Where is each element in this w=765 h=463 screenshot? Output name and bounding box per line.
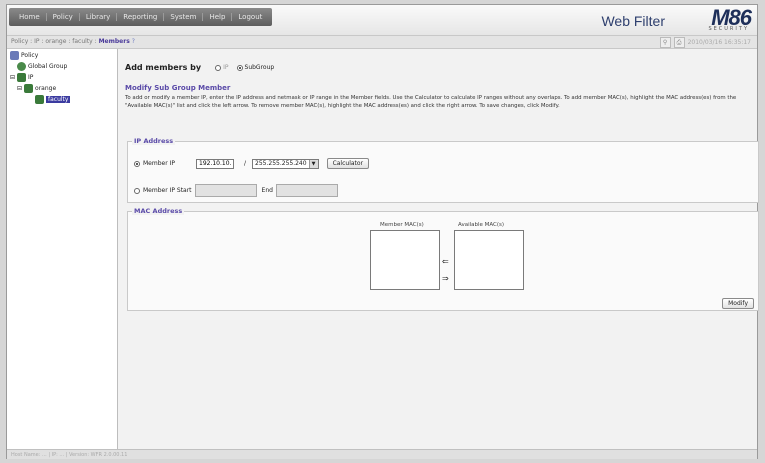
ip-address-section: IP Address Member IP / 255.255.255.240 ▼… bbox=[127, 137, 759, 203]
slash-separator: / bbox=[244, 160, 247, 167]
netmask-select[interactable]: 255.255.255.240 ▼ bbox=[252, 158, 319, 169]
tree-label-orange: orange bbox=[35, 85, 57, 92]
breadcrumb-path: Policy : IP : orange : faculty : bbox=[11, 38, 99, 45]
member-ip-label: Member IP bbox=[143, 160, 175, 167]
radio-ip[interactable] bbox=[215, 64, 222, 71]
menu-system[interactable]: System bbox=[164, 13, 204, 21]
company-logo: M86 SECURITY bbox=[673, 5, 752, 33]
radio-ip-range[interactable] bbox=[134, 187, 140, 194]
ip-section-label: IP Address bbox=[132, 137, 176, 145]
chevron-down-icon: ▼ bbox=[308, 159, 318, 168]
breadcrumb-bar: Policy : IP : orange : faculty : Members… bbox=[7, 36, 757, 49]
product-name: Web Filter bbox=[601, 13, 665, 29]
screen-background: Home Policy Library Reporting System Hel… bbox=[0, 0, 765, 463]
available-mac-list[interactable] bbox=[454, 230, 524, 290]
breadcrumb-current: Members bbox=[98, 38, 130, 45]
tree-label-policy: Policy bbox=[21, 52, 39, 59]
calculator-button[interactable]: Calculator bbox=[326, 158, 370, 169]
modify-description: To add or modify a member IP, enter the … bbox=[125, 95, 737, 109]
modify-button[interactable]: Modify bbox=[722, 298, 754, 309]
members-panel: Add members by IP SubGroup Modify Sub Gr… bbox=[125, 63, 757, 110]
tree-item-faculty[interactable]: faculty bbox=[35, 95, 71, 104]
tree-item-policy[interactable]: Policy bbox=[10, 51, 38, 60]
ip-start-input[interactable] bbox=[194, 184, 257, 197]
help-icon[interactable]: ? bbox=[132, 38, 135, 45]
add-members-label: Add members by bbox=[125, 63, 202, 72]
radio-subgroup-label: SubGroup bbox=[244, 64, 275, 71]
arrow-right-icon[interactable]: ⇒ bbox=[442, 274, 449, 283]
menu-logout[interactable]: Logout bbox=[232, 13, 268, 21]
collapse-icon[interactable]: ⊟ bbox=[17, 85, 22, 92]
status-bar: Host Name: ... | IP: ... | Version: WFR … bbox=[7, 449, 757, 459]
menu-help[interactable]: Help bbox=[203, 13, 233, 21]
member-ip-input[interactable] bbox=[196, 158, 234, 169]
member-mac-label: Member MAC(s) bbox=[380, 222, 424, 228]
menu-home[interactable]: Home bbox=[13, 13, 47, 21]
tree-item-ip[interactable]: ⊟ IP bbox=[10, 73, 33, 82]
menu-library[interactable]: Library bbox=[80, 13, 118, 21]
network-icon bbox=[17, 73, 27, 82]
policy-tree: Policy Global Group ⊟ IP ⊟ orange facult… bbox=[7, 49, 118, 449]
collapse-icon[interactable]: ⊟ bbox=[10, 74, 15, 81]
tree-item-global-group[interactable]: Global Group bbox=[17, 62, 67, 71]
ip-start-label: Member IP Start bbox=[143, 187, 192, 194]
top-bar: Home Policy Library Reporting System Hel… bbox=[7, 5, 757, 36]
group-icon bbox=[24, 84, 34, 93]
main-menu: Home Policy Library Reporting System Hel… bbox=[9, 8, 273, 26]
datetime-text: 2010/03/16 16:35:17 bbox=[687, 39, 751, 46]
globe-icon bbox=[17, 62, 26, 71]
tree-label-faculty: faculty bbox=[46, 96, 71, 103]
ip-end-label: End bbox=[261, 187, 273, 194]
radio-subgroup[interactable] bbox=[236, 64, 243, 71]
breadcrumb: Policy : IP : orange : faculty : Members… bbox=[11, 38, 135, 45]
arrow-left-icon[interactable]: ⇐ bbox=[442, 257, 449, 266]
netmask-value: 255.255.255.240 bbox=[255, 160, 307, 167]
app-window: Home Policy Library Reporting System Hel… bbox=[6, 4, 759, 459]
modify-title: Modify Sub Group Member bbox=[125, 84, 231, 92]
main-content: Add members by IP SubGroup Modify Sub Gr… bbox=[119, 49, 759, 449]
mac-address-section: MAC Address Member MAC(s) Available MAC(… bbox=[127, 207, 759, 311]
search-icon[interactable]: ⚲ bbox=[659, 37, 671, 48]
mac-section-label: MAC Address bbox=[132, 207, 185, 215]
available-mac-label: Available MAC(s) bbox=[458, 222, 505, 228]
subgroup-icon bbox=[35, 95, 44, 104]
policy-icon bbox=[10, 51, 19, 60]
ip-end-input[interactable] bbox=[275, 184, 338, 197]
radio-ip-label: IP bbox=[223, 64, 229, 71]
tree-item-orange[interactable]: ⊟ orange bbox=[17, 84, 56, 93]
logo-subtext: SECURITY bbox=[708, 26, 749, 32]
print-icon[interactable]: ⎙ bbox=[673, 37, 685, 48]
radio-member-ip[interactable] bbox=[134, 160, 140, 167]
member-mac-list[interactable] bbox=[370, 230, 440, 290]
menu-policy[interactable]: Policy bbox=[47, 13, 80, 21]
menu-reporting[interactable]: Reporting bbox=[117, 13, 165, 21]
tree-label-global: Global Group bbox=[28, 63, 68, 70]
tree-label-ip: IP bbox=[28, 74, 34, 81]
date-info: ⚲ ⎙ 2010/03/16 16:35:17 bbox=[659, 37, 751, 48]
